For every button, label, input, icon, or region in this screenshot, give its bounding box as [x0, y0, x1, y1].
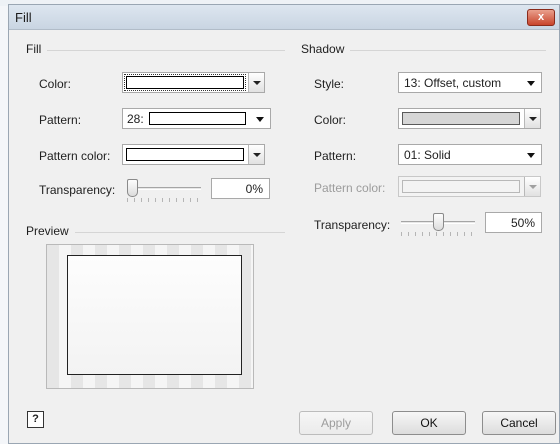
fill-color-picker[interactable]: [122, 72, 265, 93]
shadow-pattern-color-picker[interactable]: [398, 176, 541, 197]
shadow-pattern-label: Pattern:: [314, 149, 357, 163]
fill-transparency-slider[interactable]: [127, 178, 201, 202]
fill-pattern-color-swatch: [126, 148, 244, 161]
preview-shape: [67, 255, 242, 375]
shadow-pattern-color-label: Pattern color:: [314, 181, 386, 195]
slider-thumb[interactable]: [433, 213, 444, 231]
slider-track: [127, 187, 201, 190]
close-button[interactable]: x: [527, 9, 555, 26]
chevron-down-icon[interactable]: [248, 73, 264, 92]
slider-ticks: [401, 232, 475, 236]
shadow-pattern-value: 01: Solid: [404, 148, 451, 162]
shadow-color-picker[interactable]: [398, 108, 541, 129]
fill-pattern-swatch: [149, 112, 246, 125]
fill-group-rule: [40, 50, 285, 51]
fill-transparency-label: Transparency:: [39, 183, 116, 197]
shadow-transparency-label: Transparency:: [314, 218, 391, 232]
fill-pattern-color-label: Pattern color:: [39, 149, 111, 163]
apply-button[interactable]: Apply: [299, 411, 373, 435]
shadow-color-label: Color:: [314, 113, 347, 127]
shadow-pattern-select[interactable]: 01: Solid: [398, 144, 542, 165]
fill-pattern-label: Pattern:: [39, 113, 82, 127]
title-bar[interactable]: Fill x: [9, 5, 559, 30]
shadow-group-rule: [345, 50, 546, 51]
help-button[interactable]: ?: [27, 411, 44, 428]
fill-color-swatch: [124, 74, 246, 91]
shadow-transparency-input[interactable]: 50%: [485, 212, 542, 233]
fill-pattern-value: 28:: [127, 112, 144, 126]
chevron-down-icon: [527, 153, 535, 158]
shadow-style-value: 13: Offset, custom: [404, 76, 502, 90]
slider-thumb[interactable]: [127, 179, 138, 197]
slider-ticks: [127, 198, 201, 202]
chevron-down-icon[interactable]: [524, 177, 540, 196]
fill-pattern-select[interactable]: 28:: [122, 108, 271, 129]
chevron-down-icon[interactable]: [524, 109, 540, 128]
shadow-transparency-slider[interactable]: [401, 212, 475, 236]
preview-group-title: Preview: [26, 224, 75, 238]
preview-area: [46, 244, 254, 389]
shadow-pattern-color-swatch: [402, 180, 520, 193]
shadow-style-label: Style:: [314, 77, 345, 91]
chevron-down-icon[interactable]: [248, 145, 264, 164]
fill-pattern-color-picker[interactable]: [122, 144, 265, 165]
shadow-color-swatch: [402, 112, 520, 125]
preview-group-rule: [74, 232, 285, 233]
fill-group-title: Fill: [26, 42, 48, 56]
chevron-down-icon: [527, 81, 535, 86]
chevron-down-icon: [256, 117, 264, 122]
dialog-title: Fill: [15, 10, 32, 25]
ok-button[interactable]: OK: [392, 411, 466, 435]
fill-color-label: Color:: [39, 77, 72, 91]
shadow-style-select[interactable]: 13: Offset, custom: [398, 72, 542, 93]
fill-transparency-input[interactable]: 0%: [211, 178, 270, 199]
close-icon: x: [537, 11, 545, 23]
shadow-group-title: Shadow: [301, 42, 351, 56]
help-icon: ?: [32, 413, 39, 425]
cancel-button[interactable]: Cancel: [482, 411, 556, 435]
